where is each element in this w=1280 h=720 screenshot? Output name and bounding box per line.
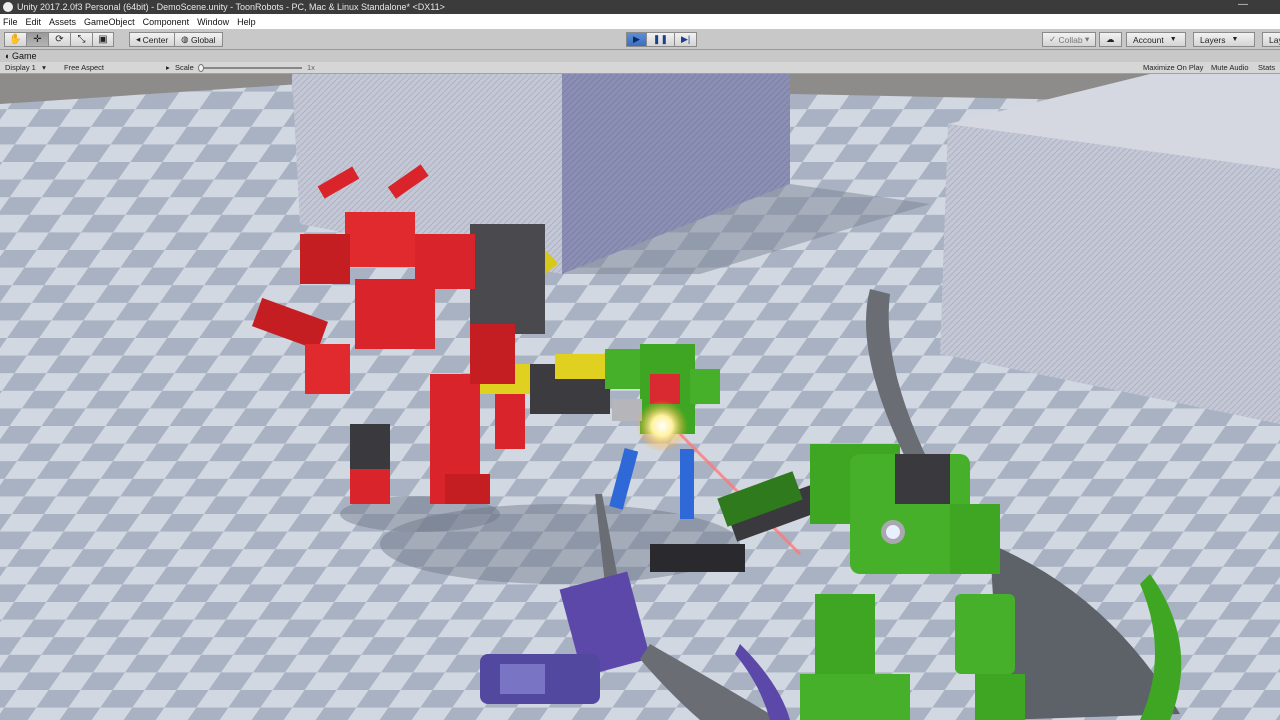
menu-assets[interactable]: Assets [49,17,76,27]
account-label: Account [1133,34,1164,45]
menu-help[interactable]: Help [237,17,256,27]
aspect-dropdown[interactable]: Free Aspect [64,63,104,73]
game-tab-label: ◖ Game [4,51,37,61]
pivot-center-label: Center [142,34,169,45]
game-tab-text: Game [11,51,37,61]
chevron-down-icon: ▼ [1169,36,1177,43]
space-global-button[interactable]: ◍ Global [175,32,223,47]
window-title: Unity 2017.2.0f3 Personal (64bit) - Demo… [17,2,445,12]
game-tab[interactable]: ◖ Game [0,50,1280,62]
hand-tool-icon[interactable]: ✋ [4,32,26,47]
menu-file[interactable]: File [3,17,18,27]
scale-slider-thumb[interactable] [198,64,204,72]
menu-edit[interactable]: Edit [26,17,42,27]
space-global-label: Global [190,34,216,45]
layout-label: Lay [1269,34,1280,45]
scene-render [0,74,1280,720]
cloud-icon[interactable]: ☁ [1099,32,1122,47]
menu-gameobject[interactable]: GameObject [84,17,135,27]
unity-logo-icon [3,2,13,12]
display-label: Display 1 [5,63,36,72]
scale-slider-track[interactable] [200,67,302,69]
game-view-controls: Display 1 ▾ Free Aspect ▸ Scale 1x Maxim… [0,62,1280,74]
layout-controls: Lay [1262,32,1280,47]
maximize-on-play-toggle[interactable]: Maximize On Play [1143,63,1203,73]
scale-label: Scale [175,63,194,72]
collab-button[interactable]: ✓ Collab ▾ [1042,32,1097,47]
collab-controls: ✓ Collab ▾ [1042,32,1097,47]
play-button[interactable]: ▶ [626,32,647,47]
rotate-tool-icon[interactable]: ⟳ [48,32,70,47]
playback-controls: ▶ ❚❚ ▶| [626,32,698,47]
move-tool-icon[interactable]: ✛ [26,32,48,47]
layers-controls: Layers ▼ [1193,32,1255,47]
layers-dropdown[interactable]: Layers ▼ [1193,32,1255,47]
aspect-label: Free Aspect [64,63,105,72]
transform-tools: ✋ ✛ ⟳ ⤡ ▣ [4,32,114,47]
layout-dropdown[interactable]: Lay [1262,32,1280,47]
display-dropdown[interactable]: Display 1 ▾ [5,63,46,73]
account-controls: Account ▼ [1126,32,1186,47]
rect-tool-icon[interactable]: ▣ [92,32,114,47]
scale-value: 1x [307,63,315,72]
mute-audio-toggle[interactable]: Mute Audio [1211,63,1249,73]
menu-window[interactable]: Window [197,17,229,27]
aspect-chevron-icon: ▸ [166,63,170,72]
stats-toggle[interactable]: Stats [1258,63,1275,73]
menu-bar: File Edit Assets GameObject Component Wi… [0,14,1280,29]
title-bar: Unity 2017.2.0f3 Personal (64bit) - Demo… [0,0,1280,14]
minimize-button[interactable]: — [1236,0,1250,14]
pause-button[interactable]: ❚❚ [646,32,676,47]
main-toolbar: ✋ ✛ ⟳ ⤡ ▣ ◂ Center ◍ Global ▶ ❚❚ ▶| ✓ Co… [0,29,1280,50]
scale-tool-icon[interactable]: ⤡ [70,32,92,47]
chevron-down-icon: ▼ [1231,36,1239,43]
account-dropdown[interactable]: Account ▼ [1126,32,1186,47]
pivot-controls: ◂ Center ◍ Global [129,32,223,47]
cloud-controls: ☁ [1099,32,1122,47]
layers-label: Layers [1200,34,1226,45]
game-viewport[interactable] [0,74,1280,720]
step-button[interactable]: ▶| [675,32,698,47]
pivot-center-button[interactable]: ◂ Center [129,32,176,47]
menu-component[interactable]: Component [143,17,190,27]
collab-label: Collab [1058,34,1083,45]
